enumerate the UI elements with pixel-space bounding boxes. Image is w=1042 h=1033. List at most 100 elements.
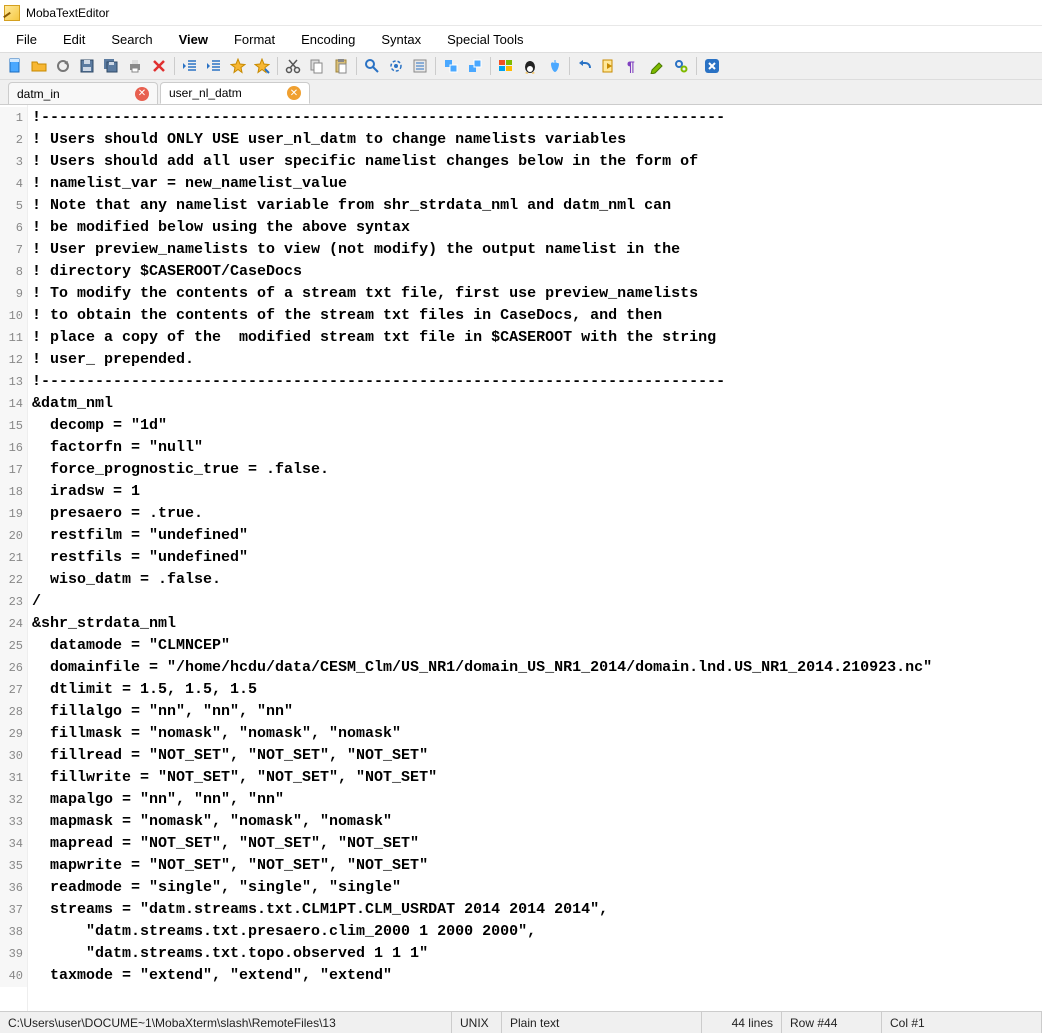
code-line[interactable]: ! To modify the contents of a stream txt… [32, 283, 1042, 305]
code-line[interactable]: force_prognostic_true = .false. [32, 459, 1042, 481]
search-icon[interactable] [361, 55, 383, 77]
code-line[interactable]: fillwrite = "NOT_SET", "NOT_SET", "NOT_S… [32, 767, 1042, 789]
status-filetype: Plain text [502, 1012, 702, 1033]
code-line[interactable]: restfils = "undefined" [32, 547, 1042, 569]
code-line[interactable]: ! be modified below using the above synt… [32, 217, 1042, 239]
code-line[interactable]: mapmask = "nomask", "nomask", "nomask" [32, 811, 1042, 833]
copy-block2-icon[interactable] [464, 55, 486, 77]
code-line[interactable]: streams = "datm.streams.txt.CLM1PT.CLM_U… [32, 899, 1042, 921]
code-line[interactable]: &shr_strdata_nml [32, 613, 1042, 635]
new-file-icon[interactable] [4, 55, 26, 77]
code-line[interactable]: ! Note that any namelist variable from s… [32, 195, 1042, 217]
linux-icon[interactable] [519, 55, 541, 77]
code-line[interactable]: "datm.streams.txt.topo.observed 1 1 1" [32, 943, 1042, 965]
copy-block-icon[interactable] [440, 55, 462, 77]
indent-icon[interactable] [203, 55, 225, 77]
code-line[interactable]: mapwrite = "NOT_SET", "NOT_SET", "NOT_SE… [32, 855, 1042, 877]
code-line[interactable]: domainfile = "/home/hcdu/data/CESM_Clm/U… [32, 657, 1042, 679]
tab-user-nl-datm[interactable]: user_nl_datm✕ [160, 82, 310, 104]
editor-area[interactable]: 1234567891011121314151617181920212223242… [0, 104, 1042, 1011]
close-icon[interactable]: ✕ [287, 86, 301, 100]
code-line[interactable]: fillmask = "nomask", "nomask", "nomask" [32, 723, 1042, 745]
menu-view[interactable]: View [167, 28, 220, 51]
copy-icon[interactable] [306, 55, 328, 77]
save-icon[interactable] [76, 55, 98, 77]
exit-icon[interactable] [701, 55, 723, 77]
status-row: Row #44 [782, 1012, 882, 1033]
bookmark-next-icon [254, 58, 270, 74]
code-line[interactable]: mapalgo = "nn", "nn", "nn" [32, 789, 1042, 811]
code-line[interactable]: !---------------------------------------… [32, 107, 1042, 129]
code-line[interactable]: datamode = "CLMNCEP" [32, 635, 1042, 657]
line-number: 22 [0, 569, 27, 591]
code-line[interactable]: ! user_ prepended. [32, 349, 1042, 371]
code-line[interactable]: ! Users should add all user specific nam… [32, 151, 1042, 173]
titlebar: MobaTextEditor [0, 0, 1042, 26]
apple-icon[interactable] [543, 55, 565, 77]
code-line[interactable]: "datm.streams.txt.presaero.clim_2000 1 2… [32, 921, 1042, 943]
save-icon [79, 58, 95, 74]
tab-datm-in[interactable]: datm_in✕ [8, 82, 158, 104]
close-icon[interactable] [148, 55, 170, 77]
code-line[interactable]: fillread = "NOT_SET", "NOT_SET", "NOT_SE… [32, 745, 1042, 767]
open-folder-icon[interactable] [28, 55, 50, 77]
code-line[interactable]: restfilm = "undefined" [32, 525, 1042, 547]
list-icon [412, 58, 428, 74]
menu-search[interactable]: Search [99, 28, 164, 51]
line-number: 37 [0, 899, 27, 921]
print-icon[interactable] [124, 55, 146, 77]
code-line[interactable]: ! to obtain the contents of the stream t… [32, 305, 1042, 327]
code-line[interactable]: fillalgo = "nn", "nn", "nn" [32, 701, 1042, 723]
code-line[interactable]: decomp = "1d" [32, 415, 1042, 437]
menu-edit[interactable]: Edit [51, 28, 97, 51]
code-line[interactable]: factorfn = "null" [32, 437, 1042, 459]
code-line[interactable]: wiso_datm = .false. [32, 569, 1042, 591]
bookmark-next-icon[interactable] [251, 55, 273, 77]
code-line[interactable]: iradsw = 1 [32, 481, 1042, 503]
menu-format[interactable]: Format [222, 28, 287, 51]
redo-arrow-icon[interactable] [598, 55, 620, 77]
menu-syntax[interactable]: Syntax [369, 28, 433, 51]
code-line[interactable]: dtlimit = 1.5, 1.5, 1.5 [32, 679, 1042, 701]
close-icon[interactable]: ✕ [135, 87, 149, 101]
line-number: 38 [0, 921, 27, 943]
cut-icon[interactable] [282, 55, 304, 77]
code-line[interactable]: taxmode = "extend", "extend", "extend" [32, 965, 1042, 987]
save-all-icon [103, 58, 119, 74]
menu-file[interactable]: File [4, 28, 49, 51]
gears-icon [673, 58, 689, 74]
menu-special-tools[interactable]: Special Tools [435, 28, 535, 51]
paste-icon[interactable] [330, 55, 352, 77]
list-icon[interactable] [409, 55, 431, 77]
highlighter-icon [649, 58, 665, 74]
save-all-icon[interactable] [100, 55, 122, 77]
line-number: 26 [0, 657, 27, 679]
windows-icon[interactable] [495, 55, 517, 77]
code-line[interactable]: ! directory $CASEROOT/CaseDocs [32, 261, 1042, 283]
code-line[interactable]: ! User preview_namelists to view (not mo… [32, 239, 1042, 261]
code-line[interactable]: presaero = .true. [32, 503, 1042, 525]
pilcrow-icon[interactable]: ¶ [622, 55, 644, 77]
code-line[interactable]: !---------------------------------------… [32, 371, 1042, 393]
code-line[interactable]: / [32, 591, 1042, 613]
copy-block2-icon [467, 58, 483, 74]
code-line[interactable]: &datm_nml [32, 393, 1042, 415]
gears-icon[interactable] [670, 55, 692, 77]
window-title: MobaTextEditor [26, 6, 109, 20]
line-number: 23 [0, 591, 27, 613]
line-number: 36 [0, 877, 27, 899]
code-line[interactable]: mapread = "NOT_SET", "NOT_SET", "NOT_SET… [32, 833, 1042, 855]
code-line[interactable]: ! Users should ONLY USE user_nl_datm to … [32, 129, 1042, 151]
code-content[interactable]: !---------------------------------------… [28, 105, 1042, 1011]
outdent-icon[interactable] [179, 55, 201, 77]
toolbar-separator [569, 57, 570, 75]
undo-icon[interactable] [574, 55, 596, 77]
reload-icon[interactable] [52, 55, 74, 77]
search-loop-icon[interactable] [385, 55, 407, 77]
highlighter-icon[interactable] [646, 55, 668, 77]
code-line[interactable]: ! place a copy of the modified stream tx… [32, 327, 1042, 349]
bookmark-add-icon[interactable] [227, 55, 249, 77]
code-line[interactable]: ! namelist_var = new_namelist_value [32, 173, 1042, 195]
menu-encoding[interactable]: Encoding [289, 28, 367, 51]
code-line[interactable]: readmode = "single", "single", "single" [32, 877, 1042, 899]
